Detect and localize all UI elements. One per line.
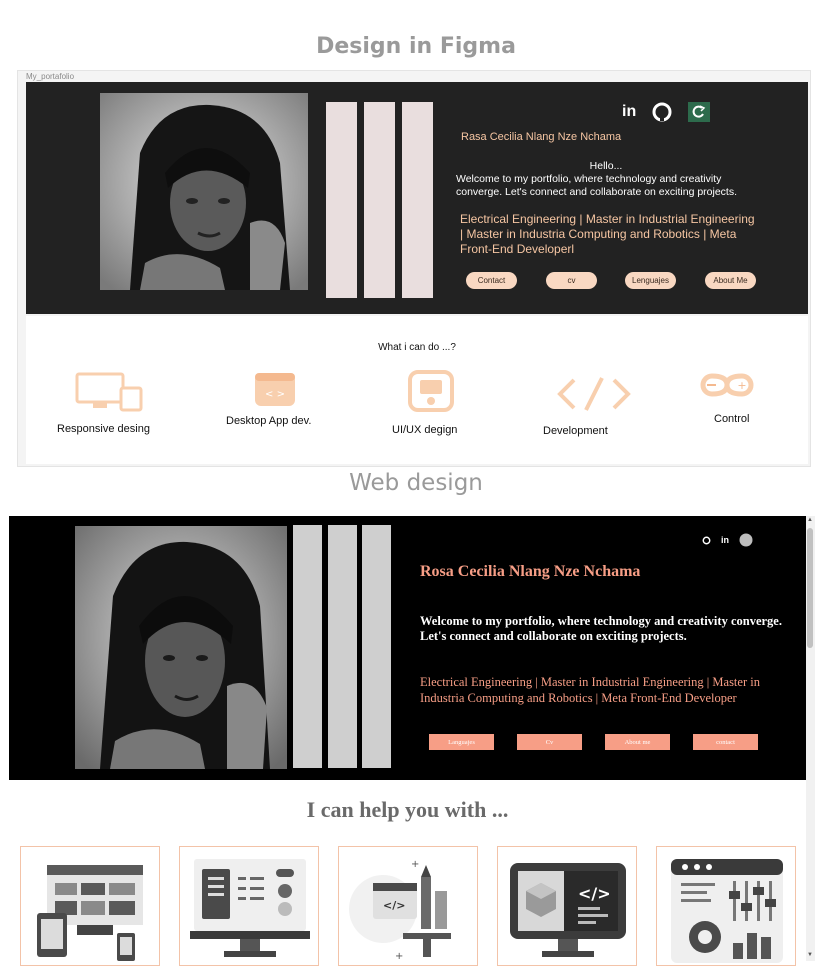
figma-what-title: What i can do ...?: [378, 342, 456, 353]
github-icon[interactable]: [652, 102, 672, 122]
service-label: UI/UX degign: [392, 424, 458, 436]
figma-about-button[interactable]: About Me: [705, 272, 756, 289]
web-languages-button[interactable]: Languajes: [429, 734, 494, 750]
responsive-devices-icon: [37, 865, 143, 961]
infinity-control-icon: +: [700, 373, 754, 397]
web-social-icons: in: [702, 533, 753, 547]
svg-text:</>: </>: [383, 899, 405, 912]
figma-languages-button[interactable]: Lenguajes: [625, 272, 676, 289]
figma-intro: Hello... Welcome to my portfolio, where …: [456, 160, 756, 199]
ui-design-icon: [408, 370, 454, 412]
svg-text:< >: < >: [265, 389, 285, 400]
control-settings-icon: [671, 859, 783, 963]
web-stripe: [293, 525, 322, 768]
responsive-devices-icon: [75, 372, 143, 412]
service-label: Responsive desing: [57, 423, 150, 435]
scroll-thumb[interactable]: [807, 528, 813, 648]
web-name: Rosa Cecilia Nlang Nze Nchama: [420, 563, 641, 580]
figma-social-icons: in: [622, 102, 711, 122]
service-label: Development: [543, 425, 608, 437]
web-stripe: [328, 525, 357, 768]
web-cv-button[interactable]: Cv: [517, 734, 582, 750]
svg-text:+: +: [737, 379, 746, 392]
development-icon: [557, 377, 631, 411]
service-card[interactable]: </>: [497, 846, 637, 966]
service-card[interactable]: [179, 846, 319, 966]
figma-stripe: [402, 102, 433, 298]
service-label: Control: [714, 413, 750, 425]
service-card[interactable]: </> + +: [338, 846, 478, 966]
svg-text:+: +: [411, 859, 419, 870]
web-about-button[interactable]: About me: [605, 734, 670, 750]
figma-hello: Hello...: [589, 160, 623, 172]
figma-stripe: [326, 102, 357, 298]
ui-design-icon: </> + +: [349, 859, 451, 962]
web-welcome: Welcome to my portfolio, where technolog…: [420, 614, 782, 643]
avatar-icon[interactable]: [739, 533, 753, 547]
web-stripe: [362, 525, 391, 768]
web-profile-photo: [75, 526, 287, 769]
scroll-down-icon[interactable]: ▼: [807, 952, 813, 958]
figma-welcome: Welcome to my portfolio, where technolog…: [456, 173, 738, 198]
service-label: Desktop App dev.: [226, 415, 312, 427]
figma-contact-button[interactable]: Contact: [466, 272, 517, 289]
web-contact-button[interactable]: contact: [693, 734, 758, 750]
linkedin-icon[interactable]: in: [622, 103, 636, 121]
github-icon[interactable]: [702, 536, 711, 545]
figma-name: Rasa Cecilia Nlang Nze Nchama: [461, 131, 622, 143]
desktop-app-icon: < >: [255, 373, 295, 406]
frame-label: My_portafolio: [26, 72, 75, 81]
linkedin-icon[interactable]: in: [721, 535, 729, 545]
service-card[interactable]: [656, 846, 796, 966]
figma-stripe: [364, 102, 395, 298]
service-card[interactable]: [20, 846, 160, 966]
web-roles: Electrical Engineering | Master in Indus…: [420, 675, 760, 705]
web-section-heading: Web design: [349, 470, 483, 496]
development-icon: </>: [510, 863, 626, 957]
svg-text:+: +: [395, 951, 403, 962]
refresh-icon[interactable]: [688, 102, 711, 122]
figma-roles: Electrical Engineering | Master in Indus…: [460, 212, 755, 256]
figma-cv-button[interactable]: cv: [546, 272, 597, 289]
svg-text:</>: </>: [578, 884, 611, 903]
figma-section-heading: Design in Figma: [316, 34, 516, 59]
web-help-title: I can help you with ...: [306, 797, 509, 822]
scroll-up-icon[interactable]: ▲: [807, 517, 813, 523]
figma-profile-photo: [100, 93, 308, 290]
desktop-app-icon: [190, 859, 310, 957]
